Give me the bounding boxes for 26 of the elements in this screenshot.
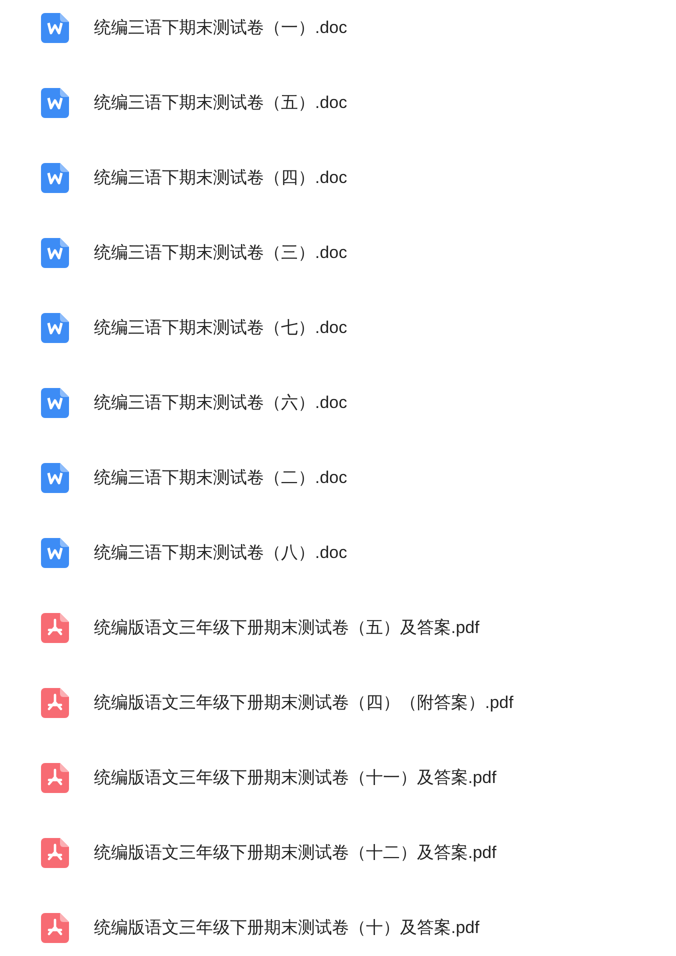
word-document-icon [41,163,69,193]
file-name[interactable]: 统编版语文三年级下册期末测试卷（五）及答案.pdf [94,615,480,641]
file-name[interactable]: 统编三语下期末测试卷（五）.doc [94,90,348,116]
file-name[interactable]: 统编三语下期末测试卷（六）.doc [94,390,348,416]
pdf-document-icon [41,763,69,793]
pdf-document-icon [41,838,69,868]
file-name[interactable]: 统编三语下期末测试卷（四）.doc [94,165,348,191]
file-name[interactable]: 统编版语文三年级下册期末测试卷（十一）及答案.pdf [94,765,496,791]
pdf-document-icon [41,613,69,643]
word-document-icon [41,313,69,343]
file-name[interactable]: 统编三语下期末测试卷（八）.doc [94,540,348,566]
word-document-icon [41,388,69,418]
pdf-document-icon [41,688,69,718]
file-name[interactable]: 统编版语文三年级下册期末测试卷（四）（附答案）.pdf [94,690,514,716]
file-name[interactable]: 统编三语下期末测试卷（一）.doc [94,15,348,41]
file-name[interactable]: 统编三语下期末测试卷（二）.doc [94,465,348,491]
file-name[interactable]: 统编三语下期末测试卷（三）.doc [94,240,348,266]
file-name[interactable]: 统编版语文三年级下册期末测试卷（十二）及答案.pdf [94,840,496,866]
word-document-icon [41,463,69,493]
file-name[interactable]: 统编三语下期末测试卷（七）.doc [94,315,348,341]
file-name[interactable]: 统编版语文三年级下册期末测试卷（十）及答案.pdf [94,915,480,941]
word-document-icon [41,88,69,118]
word-document-icon [41,13,69,43]
word-document-icon [41,238,69,268]
pdf-document-icon [41,913,69,943]
word-document-icon [41,538,69,568]
